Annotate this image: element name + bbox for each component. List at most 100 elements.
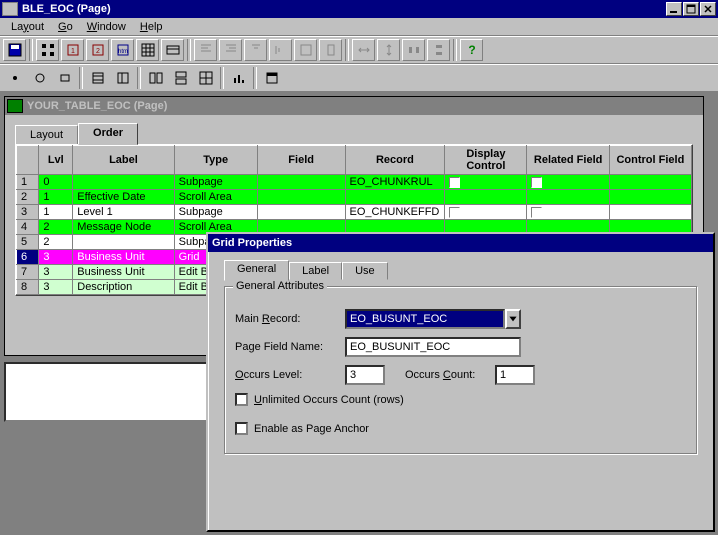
cell-label[interactable]: Level 1 <box>73 205 174 220</box>
tool-align3-icon[interactable] <box>244 39 267 61</box>
col-rowhead[interactable] <box>17 146 39 175</box>
cell-lvl[interactable]: 3 <box>39 280 73 295</box>
tool-select-icon[interactable] <box>36 39 59 61</box>
tool-table-icon[interactable] <box>161 39 184 61</box>
dlg-tab-general[interactable]: General <box>224 260 289 281</box>
cell-display-control[interactable] <box>445 205 527 220</box>
dlg-tab-use[interactable]: Use <box>342 262 388 280</box>
checkbox-icon[interactable] <box>531 207 542 218</box>
occurs-count-input[interactable] <box>495 365 535 385</box>
row-index[interactable]: 5 <box>17 235 39 250</box>
menu-help[interactable]: Help <box>133 21 170 33</box>
cell-label[interactable] <box>73 175 174 190</box>
cell-record[interactable]: EO_CHUNKRUL <box>345 175 445 190</box>
menu-go[interactable]: Go <box>51 21 80 33</box>
cell-field[interactable] <box>257 175 345 190</box>
tool2-window-icon[interactable] <box>260 67 283 89</box>
row-index[interactable]: 4 <box>17 220 39 235</box>
tool-spacing3-icon[interactable] <box>402 39 425 61</box>
tool-save-icon[interactable] <box>3 39 26 61</box>
cell-lvl[interactable]: 1 <box>39 190 73 205</box>
cell-field[interactable] <box>257 190 345 205</box>
tool-grid-icon[interactable] <box>136 39 159 61</box>
cell-lvl[interactable]: 3 <box>39 250 73 265</box>
row-index[interactable]: 8 <box>17 280 39 295</box>
minimize-button[interactable] <box>666 2 682 16</box>
checkbox-icon[interactable] <box>449 207 460 218</box>
col-related-field[interactable]: Related Field <box>527 146 609 175</box>
cell-record[interactable]: EO_CHUNKEFFD <box>345 205 445 220</box>
main-record-field[interactable] <box>345 309 505 329</box>
col-lvl[interactable]: Lvl <box>39 146 73 175</box>
tool-align5-icon[interactable] <box>294 39 317 61</box>
row-index[interactable]: 6 <box>17 250 39 265</box>
cell-related-field[interactable] <box>527 190 609 205</box>
tool-align6-icon[interactable] <box>319 39 342 61</box>
row-index[interactable]: 1 <box>17 175 39 190</box>
cell-display-control[interactable] <box>445 175 527 190</box>
row-index[interactable]: 7 <box>17 265 39 280</box>
table-row[interactable]: 31Level 1SubpageEO_CHUNKEFFD <box>17 205 692 220</box>
cell-label[interactable]: Message Node <box>73 220 174 235</box>
col-field[interactable]: Field <box>257 146 345 175</box>
tab-layout[interactable]: Layout <box>15 125 78 144</box>
cell-field[interactable] <box>257 205 345 220</box>
tool-spacing4-icon[interactable] <box>427 39 450 61</box>
tool2-circle-icon[interactable] <box>28 67 51 89</box>
tool2-grid2-icon[interactable] <box>111 67 134 89</box>
col-record[interactable]: Record <box>345 146 445 175</box>
menu-layout[interactable]: Layout <box>4 21 51 33</box>
cell-label[interactable]: Business Unit <box>73 265 174 280</box>
col-display-control[interactable]: Display Control <box>445 146 527 175</box>
col-control-field[interactable]: Control Field <box>609 146 691 175</box>
cell-type[interactable]: Subpage <box>174 205 257 220</box>
cell-label[interactable]: Effective Date <box>73 190 174 205</box>
occurs-level-input[interactable] <box>345 365 385 385</box>
tool-spacing1-icon[interactable] <box>352 39 375 61</box>
cell-related-field[interactable] <box>527 175 609 190</box>
cell-display-control[interactable] <box>445 190 527 205</box>
cell-lvl[interactable]: 2 <box>39 235 73 250</box>
cell-control-field[interactable] <box>609 190 691 205</box>
menu-window[interactable]: Window <box>80 21 133 33</box>
tool2-grid1-icon[interactable] <box>86 67 109 89</box>
tool-help-icon[interactable]: ? <box>460 39 483 61</box>
cell-lvl[interactable]: 2 <box>39 220 73 235</box>
page-field-name-input[interactable] <box>345 337 521 357</box>
table-row[interactable]: 21Effective DateScroll Area <box>17 190 692 205</box>
cell-control-field[interactable] <box>609 205 691 220</box>
tool2-layout1-icon[interactable] <box>144 67 167 89</box>
dlg-tab-label[interactable]: Label <box>289 262 342 280</box>
tool2-layout2-icon[interactable] <box>169 67 192 89</box>
tool-align4-icon[interactable] <box>269 39 292 61</box>
tool-spacing2-icon[interactable] <box>377 39 400 61</box>
table-row[interactable]: 10 Subpage EO_CHUNKRUL <box>17 175 692 190</box>
row-index[interactable]: 2 <box>17 190 39 205</box>
cell-lvl[interactable]: 3 <box>39 265 73 280</box>
unlimited-checkbox[interactable] <box>235 393 248 406</box>
tool2-chart-icon[interactable] <box>227 67 250 89</box>
tool2-layout3-icon[interactable] <box>194 67 217 89</box>
cell-related-field[interactable] <box>527 205 609 220</box>
cell-label[interactable] <box>73 235 174 250</box>
col-type[interactable]: Type <box>174 146 257 175</box>
checkbox-icon[interactable] <box>449 177 460 188</box>
cell-type[interactable]: Scroll Area <box>174 190 257 205</box>
main-record-dropdown-icon[interactable] <box>505 309 521 329</box>
cell-label[interactable]: Description <box>73 280 174 295</box>
tool-btn2-icon[interactable]: 2 <box>86 39 109 61</box>
col-label[interactable]: Label <box>73 146 174 175</box>
close-button[interactable] <box>700 2 716 16</box>
tab-order[interactable]: Order <box>78 123 138 145</box>
cell-label[interactable]: Business Unit <box>73 250 174 265</box>
cell-control-field[interactable] <box>609 175 691 190</box>
tool2-dot-icon[interactable] <box>3 67 26 89</box>
tool2-rect-icon[interactable] <box>53 67 76 89</box>
maximize-button[interactable] <box>683 2 699 16</box>
cell-type[interactable]: Subpage <box>174 175 257 190</box>
row-index[interactable]: 3 <box>17 205 39 220</box>
cell-lvl[interactable]: 0 <box>39 175 73 190</box>
cell-record[interactable] <box>345 190 445 205</box>
tool-align1-icon[interactable] <box>194 39 217 61</box>
tool-btn1-icon[interactable]: 1 <box>61 39 84 61</box>
